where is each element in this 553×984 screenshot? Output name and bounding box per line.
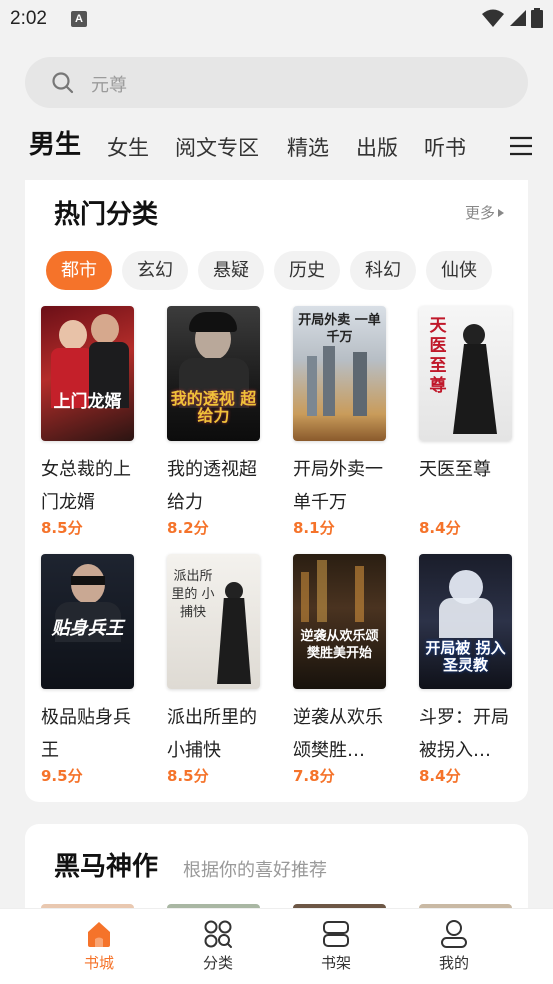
cover-title: 上门龙婿 [53,392,122,412]
nav-label: 书城 [83,954,114,972]
status-time: 2:02 [10,8,47,29]
status-icons [481,8,543,28]
book-score: 9.5分 [41,767,83,785]
book-title: 派出所里的小捕快 [167,707,257,761]
signal-icon [510,10,526,26]
bottom-nav: 书城 分类 书架 我的 [0,908,553,984]
chip-history[interactable]: 历史 [274,251,340,290]
book-item[interactable]: 开局被 拐入圣灵教 斗罗：开局被拐入… 8.4分 [419,554,529,786]
more-link[interactable]: 更多 [465,202,504,223]
book-score: 8.2分 [167,519,209,537]
tab-featured[interactable]: 精选 [287,128,329,168]
book-title: 斗罗：开局被拐入… [419,707,509,761]
book-item[interactable]: 贴身兵王 极品贴身兵王 9.5分 [41,554,151,786]
notification-icon: A [71,11,87,27]
book-item[interactable]: 开局外卖 一单千万 开局外卖一单千万 8.1分 [293,306,403,538]
book-score: 8.4分 [419,767,461,785]
cover-title: 逆袭从欢乐颂 樊胜美开始 [300,629,379,661]
menu-icon[interactable] [509,135,533,157]
book-title: 女总裁的上门龙婿 [41,459,131,513]
nav-label: 我的 [438,954,469,972]
status-bar: 2:02 A [0,0,553,40]
book-item[interactable]: 天医至尊 天医至尊 8.4分 [419,306,529,538]
book-cover: 天医至尊 [419,306,512,441]
chip-xianxia[interactable]: 仙侠 [426,251,492,290]
hot-category-card: 热门分类 更多 都市 玄幻 悬疑 历史 科幻 仙侠 上门龙婿 女总裁的上门龙婿 8.5分 … [25,180,528,802]
nav-bookstore[interactable]: 书城 [59,919,139,973]
book-score: 7.8分 [293,767,335,785]
cover-title: 开局被 拐入圣灵教 [425,639,506,674]
home-icon [88,922,110,947]
section-subtitle: 根据你的喜好推荐 [183,860,327,881]
battery-icon [531,8,543,28]
bookshelf-icon [323,921,349,947]
nav-label: 书架 [320,954,351,972]
book-cover: 开局被 拐入圣灵教 [419,554,512,689]
book-cover: 我的透视 超给力 [167,306,260,441]
chip-mystery[interactable]: 悬疑 [198,251,264,290]
book-item[interactable]: 逆袭从欢乐颂 樊胜美开始 逆袭从欢乐颂樊胜… 7.8分 [293,554,403,786]
cover-title: 派出所里的 小捕快 [171,569,215,620]
more-label: 更多 [464,204,495,222]
nav-bookshelf[interactable]: 书架 [296,919,376,973]
book-cover: 逆袭从欢乐颂 樊胜美开始 [293,554,386,689]
cover-title: 天医至尊 [429,316,447,396]
book-item[interactable]: 上门龙婿 女总裁的上门龙婿 8.5分 [41,306,151,538]
book-title: 逆袭从欢乐颂樊胜… [293,707,383,761]
nav-category[interactable]: 分类 [178,919,258,973]
section-title: 黑马神作 [54,852,159,882]
chip-scifi[interactable]: 科幻 [350,251,416,290]
top-tabs: 男生 女生 阅文专区 精选 出版 听书 [0,125,553,169]
category-icon [204,920,232,948]
book-score: 8.4分 [419,519,461,537]
book-score: 8.5分 [167,767,209,785]
nav-profile[interactable]: 我的 [414,919,494,973]
book-title: 开局外卖一单千万 [293,459,383,513]
book-title: 极品贴身兵王 [41,707,131,761]
tab-publish[interactable]: 出版 [356,128,398,168]
search-placeholder: 元尊 [91,75,127,96]
tab-male[interactable]: 男生 [29,125,81,165]
book-score: 8.5分 [41,519,83,537]
book-item[interactable]: 派出所里的 小捕快 派出所里的小捕快 8.5分 [167,554,277,786]
book-title: 天医至尊 [419,459,491,480]
tab-yuewen[interactable]: 阅文专区 [175,128,259,168]
search-input[interactable]: 元尊 [25,57,528,108]
profile-icon [441,920,467,948]
nav-label: 分类 [202,954,233,972]
tab-audio[interactable]: 听书 [424,128,466,168]
cover-title: 开局外卖 一单千万 [298,313,381,345]
section-title: 热门分类 [54,200,159,230]
cover-title: 我的透视 超给力 [170,389,257,425]
chip-urban[interactable]: 都市 [46,251,112,290]
book-title: 我的透视超给力 [167,459,257,513]
triangle-right-icon [498,208,504,217]
cover-title: 贴身兵王 [51,618,124,639]
book-cover: 派出所里的 小捕快 [167,554,260,689]
search-icon [52,72,74,94]
book-item[interactable]: 我的透视 超给力 我的透视超给力 8.2分 [167,306,277,538]
chip-fantasy[interactable]: 玄幻 [122,251,188,290]
book-score: 8.1分 [293,519,335,537]
book-cover: 贴身兵王 [41,554,134,689]
wifi-icon [482,9,504,27]
book-cover: 上门龙婿 [41,306,134,441]
book-cover: 开局外卖 一单千万 [293,306,386,441]
category-chips: 都市 玄幻 悬疑 历史 科幻 仙侠 [46,251,516,291]
tab-female[interactable]: 女生 [107,128,149,168]
